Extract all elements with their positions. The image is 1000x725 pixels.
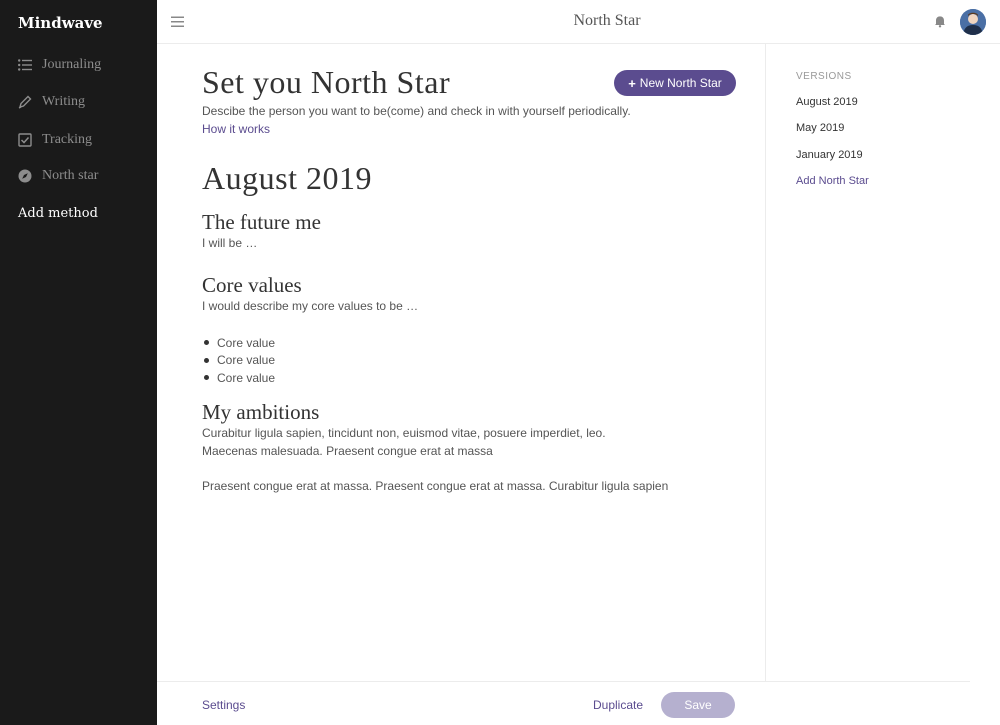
checkbox-icon: [18, 133, 32, 147]
topbar: North Star: [157, 0, 1000, 44]
brand-logo[interactable]: Mindwave: [18, 14, 103, 32]
core-values-text[interactable]: I would describe my core values to be …: [202, 299, 418, 313]
core-values-heading: Core values: [202, 273, 302, 297]
duplicate-link[interactable]: Duplicate: [593, 698, 643, 712]
core-values-list: Core value Core value Core value: [202, 334, 275, 387]
user-avatar[interactable]: [960, 9, 986, 35]
page-title: Set you North Star: [202, 64, 451, 100]
compass-icon: [18, 169, 32, 183]
page-description: Descibe the person you want to be(come) …: [202, 104, 631, 118]
add-north-star-link[interactable]: Add North Star: [796, 175, 869, 187]
future-me-text[interactable]: I will be …: [202, 236, 257, 250]
sidebar-item-label: Journaling: [42, 57, 102, 72]
sidebar-item-label: Tracking: [42, 132, 93, 147]
sidebar-item-label: Writing: [42, 94, 85, 109]
sidebar-item-label: North star: [42, 168, 99, 183]
add-method-label: Add method: [18, 205, 98, 221]
list-item[interactable]: Core value: [202, 334, 275, 352]
new-north-star-button[interactable]: + New North Star: [614, 70, 736, 96]
plus-icon: +: [628, 75, 636, 91]
ambitions-paragraph[interactable]: Curabitur ligula sapien, tincidunt non, …: [202, 425, 652, 460]
ambitions-heading: My ambitions: [202, 400, 320, 424]
versions-label: VERSIONS: [796, 71, 852, 82]
sidebar: Mindwave Journaling Writing Tracking Nor…: [0, 0, 157, 725]
ambitions-paragraph[interactable]: Praesent congue erat at massa. Praesent …: [202, 478, 722, 496]
how-it-works-link[interactable]: How it works: [202, 122, 270, 136]
version-title: August 2019: [202, 160, 372, 196]
version-item[interactable]: May 2019: [796, 122, 844, 134]
settings-link[interactable]: Settings: [202, 698, 245, 712]
sidebar-item-journaling[interactable]: Journaling: [18, 53, 101, 77]
future-me-heading: The future me: [202, 210, 321, 234]
add-method-button[interactable]: Add method: [18, 201, 98, 225]
versions-panel: VERSIONS August 2019 May 2019 January 20…: [765, 44, 970, 681]
list-item[interactable]: Core value: [202, 369, 275, 387]
sidebar-item-north-star[interactable]: North star: [18, 164, 98, 188]
pen-icon: [18, 95, 32, 109]
version-item[interactable]: January 2019: [796, 149, 863, 161]
version-item[interactable]: August 2019: [796, 96, 858, 108]
sidebar-item-writing[interactable]: Writing: [18, 90, 85, 114]
sidebar-item-tracking[interactable]: Tracking: [18, 128, 92, 152]
main-content: Set you North Star + New North Star Desc…: [157, 44, 765, 681]
list-icon: [18, 58, 32, 72]
save-button[interactable]: Save: [661, 692, 735, 718]
list-item[interactable]: Core value: [202, 352, 275, 370]
bell-icon[interactable]: [933, 14, 947, 28]
new-north-star-label: New North Star: [639, 76, 722, 90]
footer-bar: Settings Duplicate Save: [157, 681, 970, 725]
page-header-title: North Star: [573, 12, 641, 29]
